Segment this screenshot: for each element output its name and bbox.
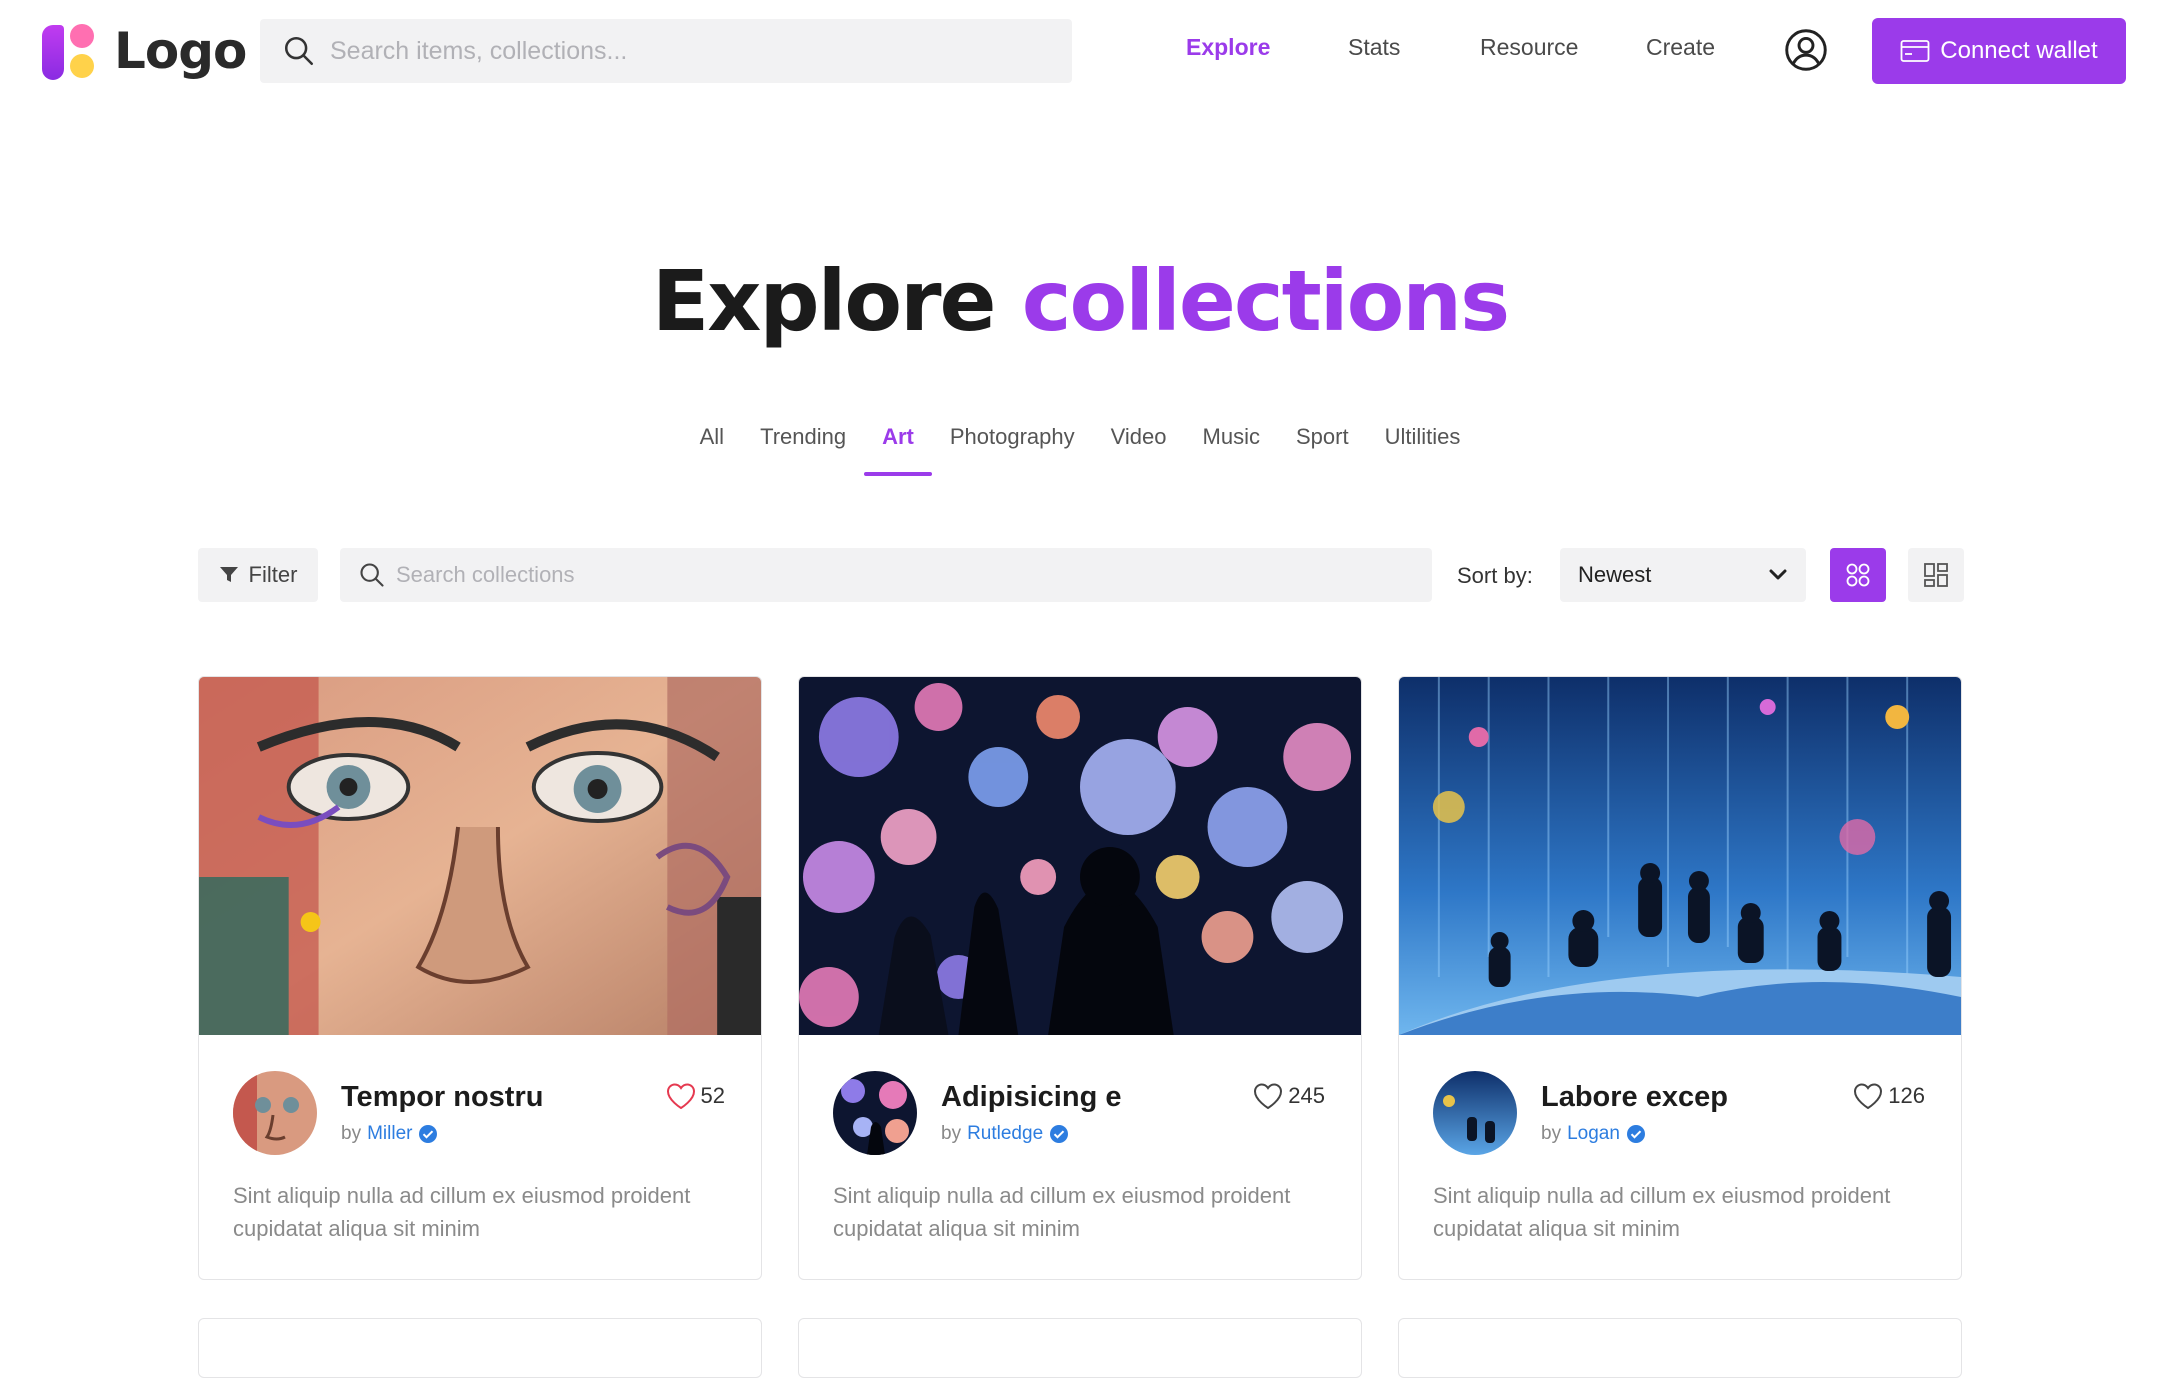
nav-resource[interactable]: Resource [1480,34,1578,61]
filter-icon [219,567,238,582]
chevron-down-icon [1769,569,1787,580]
tab-photography[interactable]: Photography [932,424,1093,476]
connect-wallet-button[interactable]: Connect wallet [1872,18,2126,84]
tab-trending[interactable]: Trending [742,424,864,476]
collection-card[interactable]: Adipisicing e by Rutledge 245 Sint aliqu… [798,676,1362,1280]
card-title[interactable]: Tempor nostru [341,1081,543,1114]
card-image-mural[interactable] [199,677,761,1035]
card-author-line: by Miller [341,1123,438,1145]
wallet-icon [1900,40,1930,62]
card-description: Sint aliquip nulla ad cillum ex eiusmod … [233,1183,691,1241]
collection-card-partial[interactable] [1398,1318,1962,1378]
card-image-waterfall[interactable] [1399,677,1961,1035]
logo[interactable]: Logo [42,22,247,80]
card-description: Sint aliquip nulla ad cillum ex eiusmod … [1433,1183,1891,1241]
heart-outline-icon [1254,1083,1283,1110]
masonry-grid-icon [1924,563,1948,587]
by-label: by [341,1123,362,1144]
verified-badge-icon [419,1125,438,1143]
tab-art[interactable]: Art [864,424,932,476]
card-author-line: by Rutledge [941,1123,1069,1145]
author-link[interactable]: Miller [367,1123,412,1145]
filter-button[interactable]: Filter [198,548,318,602]
search-icon [284,36,314,66]
card-title[interactable]: Labore excep [1541,1081,1728,1114]
sort-label: Sort by: [1457,563,1533,588]
card-author-line: by Logan [1541,1123,1646,1145]
grid-view-button[interactable] [1830,548,1886,602]
logo-mark-icon [42,22,102,80]
search-icon [360,563,384,587]
like-count: 52 [700,1083,725,1108]
collection-card[interactable]: Labore excep by Logan 126 Sint aliquip n… [1398,676,1962,1280]
grid-dots-icon [1846,563,1870,587]
collection-search[interactable] [340,548,1432,602]
by-label: by [1541,1123,1562,1144]
avatar[interactable] [233,1071,317,1155]
like-count: 245 [1288,1083,1325,1108]
title-accent: collections [1021,252,1510,350]
tab-music[interactable]: Music [1185,424,1278,476]
like-button[interactable]: 126 [1852,1081,1925,1111]
global-search[interactable] [260,19,1072,83]
tab-video[interactable]: Video [1093,424,1185,476]
collection-search-input[interactable] [396,562,1396,588]
tab-all[interactable]: All [682,424,742,476]
author-link[interactable]: Logan [1567,1123,1620,1145]
tab-sport[interactable]: Sport [1278,424,1367,476]
like-count: 126 [1888,1083,1925,1108]
masonry-view-button[interactable] [1908,548,1964,602]
verified-badge-icon [1626,1125,1645,1143]
page-title: Explore collections [0,252,2160,350]
title-plain: Explore [651,252,997,350]
global-search-input[interactable] [330,36,1030,66]
user-circle-icon[interactable] [1784,28,1828,72]
by-label: by [941,1123,962,1144]
tab-utilities[interactable]: Ultilities [1367,424,1479,476]
like-button[interactable]: 52 [665,1081,725,1111]
verified-badge-icon [1050,1125,1069,1143]
like-button[interactable]: 245 [1252,1081,1325,1111]
connect-wallet-label: Connect wallet [1940,37,2098,64]
category-tabs: All Trending Art Photography Video Music… [0,424,2160,476]
top-header: Logo Explore Stats Resource Create Conne… [0,0,2160,100]
nav-stats[interactable]: Stats [1348,34,1400,61]
avatar[interactable] [1433,1071,1517,1155]
author-link[interactable]: Rutledge [967,1123,1043,1145]
card-title[interactable]: Adipisicing e [941,1081,1121,1114]
collection-card-partial[interactable] [198,1318,762,1378]
sort-value: Newest [1578,562,1652,587]
collection-card-partial[interactable] [798,1318,1362,1378]
logo-text: Logo [114,22,247,80]
nav-explore[interactable]: Explore [1186,34,1270,61]
filter-label: Filter [248,562,298,587]
heart-filled-icon [666,1083,695,1110]
card-image-flowers[interactable] [799,677,1361,1035]
heart-outline-icon [1854,1083,1883,1110]
nav-create[interactable]: Create [1646,34,1715,61]
avatar[interactable] [833,1071,917,1155]
sort-select[interactable]: Newest [1560,548,1806,602]
card-description: Sint aliquip nulla ad cillum ex eiusmod … [833,1183,1291,1241]
collection-card[interactable]: Tempor nostru by Miller 52 Sint aliquip … [198,676,762,1280]
